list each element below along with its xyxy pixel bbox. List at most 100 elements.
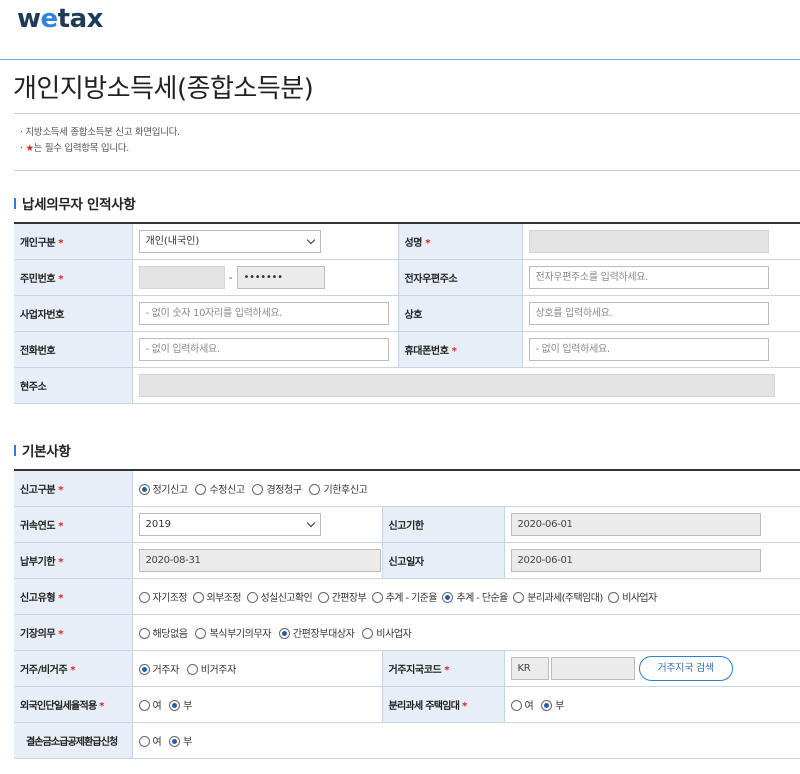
phone-field[interactable]: - 없이 입력하세요. (138, 337, 389, 361)
radio-report-claim[interactable]: 경정청구 (252, 481, 302, 496)
rrn-back-field[interactable]: ••••••• (236, 265, 325, 289)
required-star-icon: * (425, 237, 431, 249)
table-row: 사업자번호 - 없이 숫자 10자리를 입력하세요. 상호 상호를 입력하세요. (14, 295, 800, 332)
required-star-icon: ★ (25, 143, 34, 154)
radio-book-non-business[interactable]: 비사업자 (362, 625, 412, 640)
radio-icon (317, 591, 329, 603)
radio-icon (309, 483, 321, 495)
radio-selected-icon (541, 699, 553, 711)
rrn-front-field[interactable] (138, 265, 225, 289)
report-type-radio-group: 자기조정 외부조정 성실신고확인 간편장부 추계 - 기준율 추계 - 단순율 … (138, 589, 795, 604)
radio-selected-icon (169, 735, 181, 747)
table-row: 납부기한 * 2020-08-31 신고일자 2020-06-01 (14, 542, 800, 579)
required-star-icon: * (462, 700, 467, 712)
radio-icon (138, 699, 150, 711)
company-name-field[interactable]: 상호를 입력하세요. (528, 301, 769, 325)
country-search-button[interactable]: 거주지국 검색 (638, 655, 733, 681)
wetax-logo[interactable]: wetax (17, 4, 103, 34)
radio-icon (513, 591, 525, 603)
taxpayer-table: 개인구분 * 개인(내국인) 성명 * 주민번호 * - ••••••• 전자우편… (14, 222, 800, 404)
radio-book-simple[interactable]: 간편장부대상자 (278, 625, 355, 640)
radio-selected-icon (169, 699, 181, 711)
radio-icon (138, 627, 150, 639)
table-row: 결손금소급공제환급신청 여 부 (14, 722, 800, 759)
required-star-icon: * (70, 664, 76, 676)
table-row: 외국인단일세율적용 * 여 부 분리과세 주택임대 * 여 부 (14, 686, 800, 723)
radio-icon (608, 591, 620, 603)
radio-type-external[interactable]: 외부조정 (192, 589, 242, 604)
radio-icon (138, 591, 150, 603)
required-star-icon: * (58, 273, 64, 285)
address-field[interactable] (138, 373, 775, 397)
radio-loss-no[interactable]: 부 (169, 733, 192, 748)
radio-icon (192, 591, 204, 603)
radio-type-separate-rental[interactable]: 분리과세(주택임대) (513, 589, 603, 604)
radio-selected-icon (442, 591, 454, 603)
required-star-icon: * (58, 237, 64, 249)
separate-rental-radio-group: 여 부 (510, 697, 795, 712)
foreign-flat-radio-group: 여 부 (138, 697, 376, 712)
radio-icon (252, 483, 264, 495)
required-star-icon: * (444, 664, 450, 676)
header-divider (0, 59, 800, 60)
person-type-select[interactable]: 개인(내국인) (138, 229, 321, 253)
radio-rental-no[interactable]: 부 (541, 697, 564, 712)
radio-type-estimate-simple[interactable]: 추계 - 단순율 (442, 589, 508, 604)
radio-foreign-yes[interactable]: 여 (138, 697, 162, 712)
section-title-taxpayer: 납세의무자 인적사항 (14, 193, 136, 213)
table-row: 현주소 (14, 367, 800, 404)
year-select[interactable]: 2019 (138, 512, 321, 536)
radio-book-none[interactable]: 해당없음 (138, 625, 188, 640)
table-row: 기장의무 * 해당없음 복식부기의무자 간편장부대상자 비사업자 (14, 614, 800, 651)
required-star-icon: * (58, 592, 64, 604)
radio-report-amend[interactable]: 수정신고 (195, 481, 245, 496)
report-kind-radio-group: 정기신고 수정신고 경정청구 기한후신고 (138, 481, 795, 496)
radio-icon (362, 627, 374, 639)
table-row: 거주/비거주 * 거주자 비거주자 거주지국코드 * KR 거주지국 검색 (14, 650, 800, 687)
required-star-icon: * (58, 556, 64, 568)
chevron-down-icon (306, 235, 315, 244)
required-star-icon: * (451, 345, 457, 357)
radio-report-late[interactable]: 기한후신고 (309, 481, 368, 496)
radio-icon (371, 591, 383, 603)
radio-icon (138, 735, 150, 747)
radio-loss-yes[interactable]: 여 (138, 733, 162, 748)
basic-info-table: 신고구분 * 정기신고 수정신고 경정청구 기한후신고 귀속연도 * 2019 … (14, 469, 800, 759)
radio-resident[interactable]: 거주자 (138, 661, 179, 676)
radio-type-self[interactable]: 자기조정 (138, 589, 188, 604)
email-field[interactable]: 전자우편주소를 입력하세요. (528, 265, 769, 289)
country-code-field: KR (510, 656, 549, 680)
radio-selected-icon (278, 627, 290, 639)
radio-report-regular[interactable]: 정기신고 (138, 481, 188, 496)
radio-icon (195, 483, 207, 495)
radio-rental-yes[interactable]: 여 (510, 697, 534, 712)
required-star-icon: * (99, 700, 104, 712)
residency-radio-group: 거주자 비거주자 (138, 661, 376, 676)
radio-type-simple-book[interactable]: 간편장부 (317, 589, 367, 604)
required-star-icon: * (58, 628, 64, 640)
country-name-field (550, 656, 635, 680)
radio-book-double[interactable]: 복식부기의무자 (195, 625, 271, 640)
chevron-down-icon (306, 518, 315, 527)
notice-line-1: · 지방소득세 종합소득분 신고 화면입니다. (20, 127, 180, 138)
radio-type-estimate-standard[interactable]: 추계 - 기준율 (371, 589, 437, 604)
radio-non-resident[interactable]: 비거주자 (186, 661, 236, 676)
table-row: 귀속연도 * 2019 신고기한 2020-06-01 (14, 506, 800, 543)
radio-type-sincere[interactable]: 성실신고확인 (246, 589, 313, 604)
radio-selected-icon (138, 483, 150, 495)
notice-line-2: · ★는 필수 입력항목 입니다. (20, 143, 129, 154)
radio-type-non-business[interactable]: 비사업자 (608, 589, 657, 604)
mobile-field[interactable]: - 없이 입력하세요. (528, 337, 769, 361)
notice-box: · 지방소득세 종합소득분 신고 화면입니다. · ★는 필수 입력항목 입니다… (14, 113, 800, 171)
report-due-field: 2020-06-01 (510, 512, 761, 536)
table-row: 신고유형 * 자기조정 외부조정 성실신고확인 간편장부 추계 - 기준율 추계… (14, 578, 800, 615)
table-row: 신고구분 * 정기신고 수정신고 경정청구 기한후신고 (14, 470, 800, 507)
page-title: 개인지방소득세(종합소득분) (13, 74, 314, 104)
radio-selected-icon (138, 663, 150, 675)
name-field[interactable] (528, 229, 769, 253)
radio-icon (195, 627, 207, 639)
business-number-field[interactable]: - 없이 숫자 10자리를 입력하세요. (138, 301, 389, 325)
radio-icon (186, 663, 198, 675)
table-row: 개인구분 * 개인(내국인) 성명 * (14, 223, 800, 260)
radio-foreign-no[interactable]: 부 (169, 697, 192, 712)
